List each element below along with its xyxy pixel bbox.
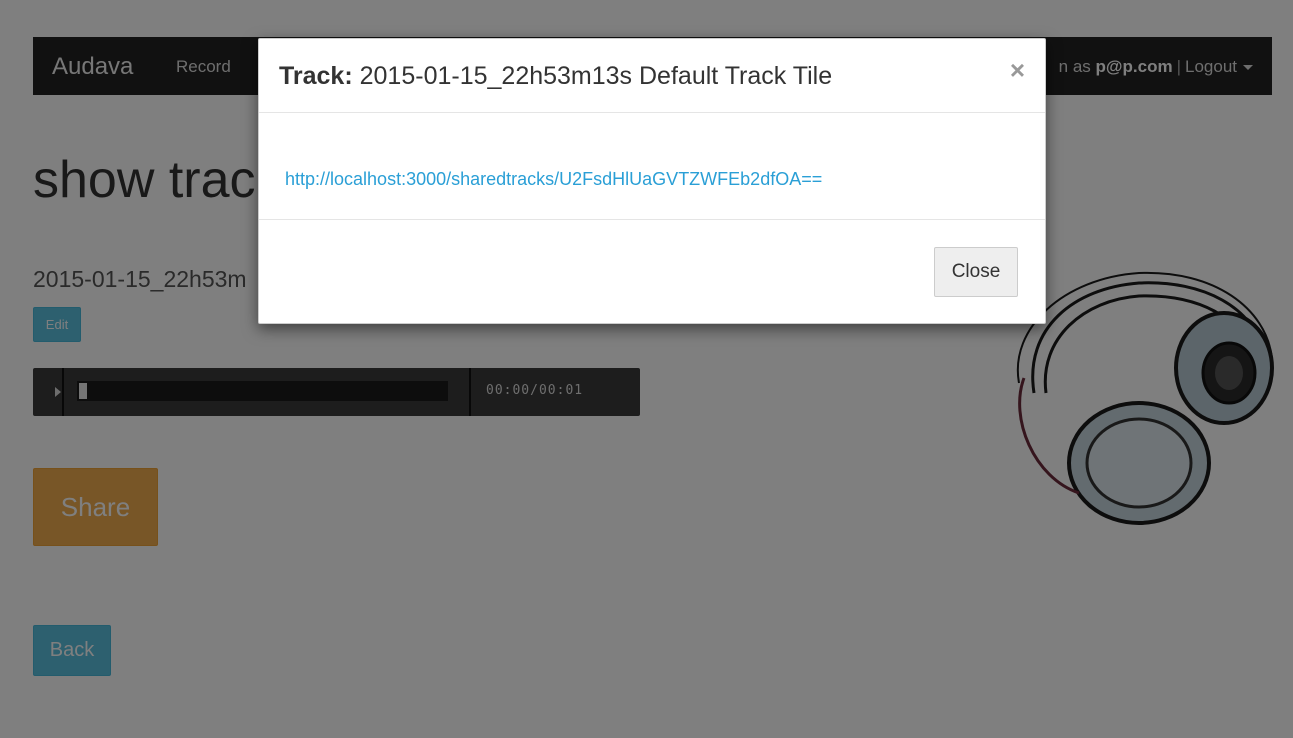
close-icon[interactable]: ×	[1010, 57, 1025, 83]
modal-title-label: Track:	[279, 62, 353, 90]
share-url-link[interactable]: http://localhost:3000/sharedtracks/U2Fsd…	[285, 169, 822, 190]
modal-title-value: 2015-01-15_22h53m13s Default Track Tile	[359, 62, 833, 90]
modal-header: Track: 2015-01-15_22h53m13s Default Trac…	[259, 39, 1045, 113]
modal-body: http://localhost:3000/sharedtracks/U2Fsd…	[259, 113, 1045, 220]
close-button[interactable]: Close	[934, 247, 1018, 297]
share-modal: Track: 2015-01-15_22h53m13s Default Trac…	[258, 38, 1046, 324]
modal-title: Track: 2015-01-15_22h53m13s Default Trac…	[279, 62, 832, 91]
